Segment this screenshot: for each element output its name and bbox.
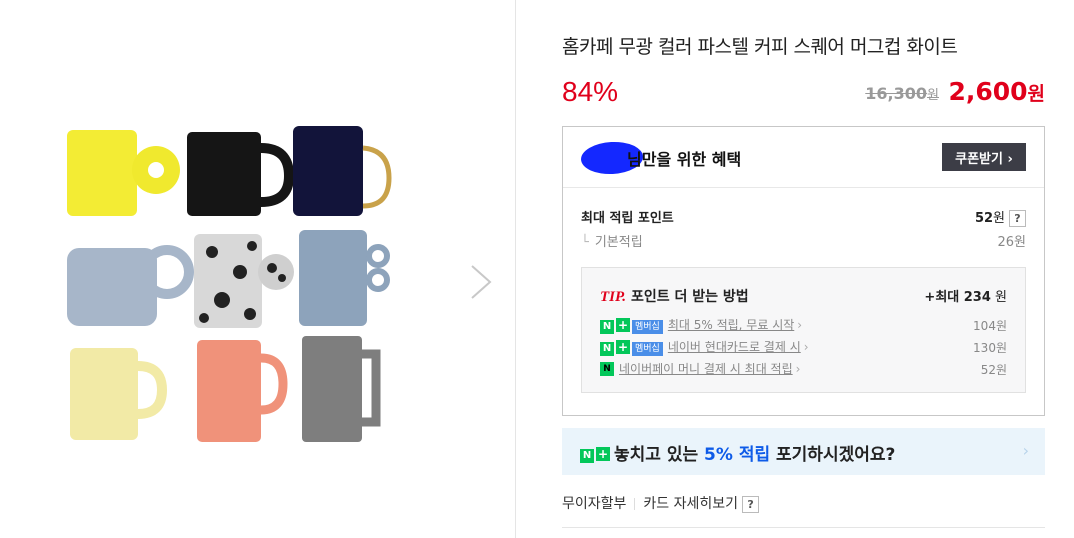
mug-black-white [194, 234, 294, 328]
tip-item-value: 130원 [973, 341, 1007, 355]
plus-icon: + [616, 317, 630, 332]
coupon-button[interactable]: 쿠폰받기 › [942, 143, 1026, 171]
tip-header: TIP. 포인트 더 받는 방법 [600, 286, 749, 306]
tip-label: TIP. [600, 289, 626, 305]
tip-max-prefix: +최대 [924, 290, 964, 305]
benefit-box: 님만을 위한 혜택 쿠폰받기 › 최대 적립 포인트 52원? └ 기본적립 26… [562, 126, 1045, 416]
basic-points-label: 기본적립 [594, 235, 643, 250]
tip-max-unit: 원 [990, 290, 1007, 305]
next-image-arrow-icon[interactable] [468, 262, 496, 302]
divider [634, 498, 636, 510]
promo-text-before: 놓치고 있는 [614, 445, 705, 465]
tip-item-value: 104원 [973, 319, 1007, 333]
basic-points-value: 26원 [997, 235, 1026, 250]
naver-n-icon: N [580, 449, 594, 463]
original-price-unit: 원 [927, 88, 939, 103]
plus-icon: + [596, 447, 610, 461]
sale-price: 2,600원 [948, 77, 1045, 106]
chevron-right-icon: › [797, 317, 803, 332]
mug-salmon [197, 340, 288, 442]
mug-cream [70, 348, 168, 440]
original-price: 16,300원 [865, 84, 939, 103]
naver-membership-badge: N + 멤버십 [600, 339, 663, 356]
mug-slate-blue [299, 230, 390, 326]
product-image [67, 126, 392, 442]
max-points-help-icon[interactable]: ? [1009, 210, 1026, 227]
mug-yellow [67, 130, 180, 216]
card-detail-link[interactable]: 카드 자세히보기 [643, 496, 738, 512]
plus-icon: + [616, 339, 630, 354]
chevron-right-icon: › [795, 361, 801, 376]
mug-speckled-blue [67, 245, 194, 326]
mug-grey [302, 336, 381, 442]
tip-item-link[interactable]: 네이버 현대카드로 결제 시 [668, 340, 801, 354]
max-points-amount: 52원? [975, 207, 1026, 227]
promo-highlight: 5% 적립 [704, 445, 771, 465]
tip-item[interactable]: N + 멤버십 최대 5% 적립, 무료 시작 › 104원 [600, 316, 1007, 334]
basic-points-row: └ 기본적립 26원 [581, 231, 1026, 250]
tip-item[interactable]: N + 멤버십 네이버 현대카드로 결제 시 › 130원 [600, 338, 1007, 356]
tip-max-points: +최대 234 원 [924, 286, 1007, 305]
max-points-row: 최대 적립 포인트 52원? [581, 207, 1026, 227]
sub-item-corner-icon: └ [581, 235, 589, 250]
promo-text-after: 포기하시겠어요? [770, 445, 896, 465]
naver-plus-badge: N + [580, 443, 610, 463]
max-points-value: 52 [974, 211, 994, 226]
promo-text: 놓치고 있는 5% 적립 포기하시겠어요? [614, 440, 895, 465]
membership-promo-banner[interactable]: N + 놓치고 있는 5% 적립 포기하시겠어요? › [562, 428, 1045, 475]
naver-n-icon: N [600, 319, 614, 334]
max-points-label: 최대 적립 포인트 [581, 211, 674, 226]
naver-n-icon: N [600, 341, 614, 356]
membership-label: 멤버십 [632, 341, 663, 356]
max-points-unit: 원 [993, 211, 1005, 226]
tip-item[interactable]: N 네이버페이 머니 결제 시 최대 적립 › 52원 [600, 360, 1007, 378]
divider [562, 527, 1045, 528]
chevron-right-icon: › [803, 339, 809, 354]
chevron-right-icon: › [1022, 441, 1029, 460]
mug-black [187, 132, 295, 216]
benefit-header: 님만을 위한 혜택 쿠폰받기 › [563, 127, 1044, 188]
mug-navy-gold [293, 126, 392, 216]
tip-item-link[interactable]: 최대 5% 적립, 무료 시작 [668, 318, 794, 332]
benefit-title: 님만을 위한 혜택 [627, 150, 742, 169]
product-title: 홈카페 무광 컬러 파스텔 커피 스퀘어 머그컵 화이트 [562, 36, 958, 58]
tip-item-value: 52원 [980, 363, 1007, 377]
sale-price-value: 2,600 [948, 77, 1028, 106]
discount-rate: 84% [562, 76, 619, 107]
installment-link[interactable]: 무이자할부 [562, 496, 626, 512]
naver-pay-icon: N [600, 361, 614, 376]
original-price-value: 16,300 [865, 84, 928, 103]
tip-title: 포인트 더 받는 방법 [630, 289, 749, 305]
card-detail-help-icon[interactable]: ? [742, 495, 760, 513]
product-image-pane [0, 0, 516, 538]
sale-price-unit: 원 [1027, 83, 1045, 105]
payment-links: 무이자할부 카드 자세히보기? [562, 493, 760, 513]
membership-label: 멤버십 [632, 319, 663, 334]
naver-membership-badge: N + 멤버십 [600, 317, 663, 334]
tip-box: TIP. 포인트 더 받는 방법 +최대 234 원 N + 멤버십 최대 5% 적립,… [581, 267, 1026, 393]
tip-item-link[interactable]: 네이버페이 머니 결제 시 최대 적립 [619, 362, 793, 376]
tip-max-value: 234 [963, 290, 991, 305]
